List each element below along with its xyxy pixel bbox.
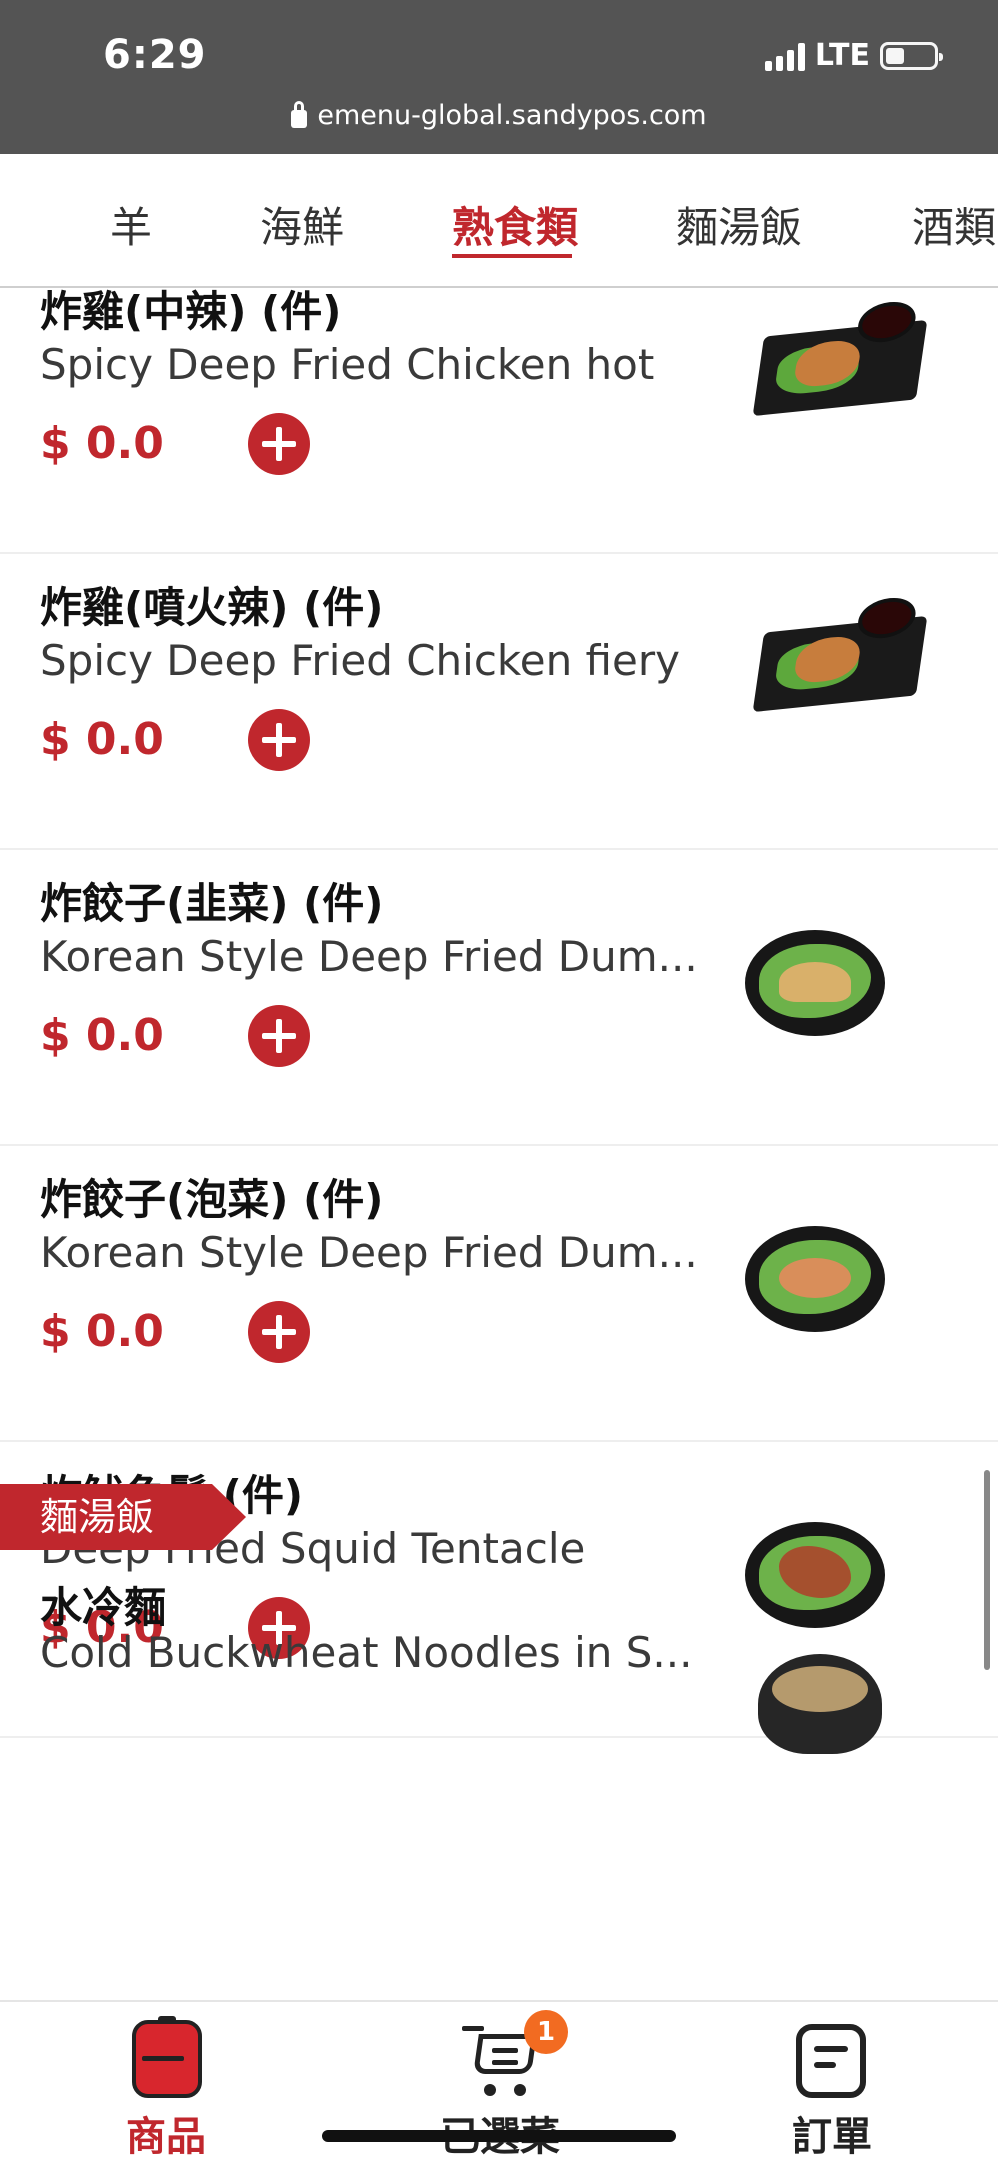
item-english-name: Spicy Deep Fried Chicken fiery (40, 636, 680, 685)
network-type: LTE (814, 38, 870, 73)
add-to-cart-button[interactable] (248, 1005, 310, 1067)
item-price: $ 0.0 (40, 418, 164, 469)
status-bar: 6:29 LTE emenu-global.sandypos.com (0, 0, 998, 154)
menu-item[interactable]: 水冷麵 Cold Buckwheat Noodles in S... (0, 1574, 998, 2000)
products-icon[interactable] (132, 2016, 202, 2098)
add-to-cart-button[interactable] (248, 1301, 310, 1363)
nav-products-label[interactable]: 商品 (66, 2104, 266, 2160)
battery-icon (880, 41, 943, 70)
cart-count-badge: 1 (524, 2010, 568, 2054)
item-name: 水冷麵 (40, 1583, 167, 1632)
active-tab-indicator (452, 254, 572, 258)
fried-chicken-image (752, 299, 928, 417)
item-english-name: Spicy Deep Fried Chicken hot (40, 340, 655, 389)
menu-item[interactable]: 炸餃子(泡菜) (件) Korean Style Deep Fried Dum.… (0, 1146, 998, 1442)
signal-icon (764, 41, 805, 71)
lock-icon (291, 100, 308, 128)
kimchi-dumpling-image (745, 1226, 885, 1332)
add-to-cart-button[interactable] (248, 413, 310, 475)
item-name: 炸餃子(泡菜) (件) (40, 1175, 384, 1224)
item-price: $ 0.0 (40, 714, 164, 765)
fried-dumpling-image (745, 930, 885, 1036)
menu-item[interactable]: 炸餃子(韭菜) (件) Korean Style Deep Fried Dum.… (0, 850, 998, 1146)
url-bar[interactable]: emenu-global.sandypos.com (0, 100, 998, 131)
tab-alcohol[interactable]: 酒類 (912, 194, 996, 255)
item-name: 炸餃子(韭菜) (件) (40, 879, 384, 928)
clock: 6:29 (103, 32, 207, 78)
tab-seafood[interactable]: 海鮮 (260, 194, 344, 255)
menu-item[interactable]: 炸雞(中辣) (件) Spicy Deep Fried Chicken hot … (0, 288, 998, 554)
add-to-cart-button[interactable] (248, 709, 310, 771)
url-text: emenu-global.sandypos.com (317, 100, 707, 131)
status-icons: LTE (764, 38, 943, 73)
nav-orders-label[interactable]: 訂單 (732, 2104, 932, 2160)
cold-noodle-image (758, 1654, 882, 1754)
tab-cooked-food[interactable]: 熟食類 (452, 194, 578, 255)
item-english-name: Cold Buckwheat Noodles in S... (40, 1628, 693, 1677)
home-indicator (322, 2130, 676, 2142)
tab-lamb[interactable]: 羊 (110, 194, 152, 255)
section-header: 麵湯飯 (0, 1484, 246, 1550)
item-price: $ 0.0 (40, 1306, 164, 1357)
menu-item[interactable]: 炸雞(噴火辣) (件) Spicy Deep Fried Chicken fie… (0, 554, 998, 850)
item-english-name: Korean Style Deep Fried Dum... (40, 1228, 698, 1277)
fried-chicken-image (752, 595, 928, 713)
scrollbar[interactable] (984, 1470, 990, 1670)
item-price: $ 0.0 (40, 1010, 164, 1061)
category-tabs: 羊 海鮮 熟食類 麵湯飯 酒類 (0, 154, 998, 288)
tab-noodles-soup-rice[interactable]: 麵湯飯 (676, 194, 802, 255)
item-name: 炸雞(噴火辣) (件) (40, 583, 384, 632)
tab-scroll-hint (0, 206, 8, 236)
item-english-name: Korean Style Deep Fried Dum... (40, 932, 698, 981)
item-name: 炸雞(中辣) (件) (40, 288, 342, 336)
orders-icon[interactable] (796, 2024, 866, 2098)
